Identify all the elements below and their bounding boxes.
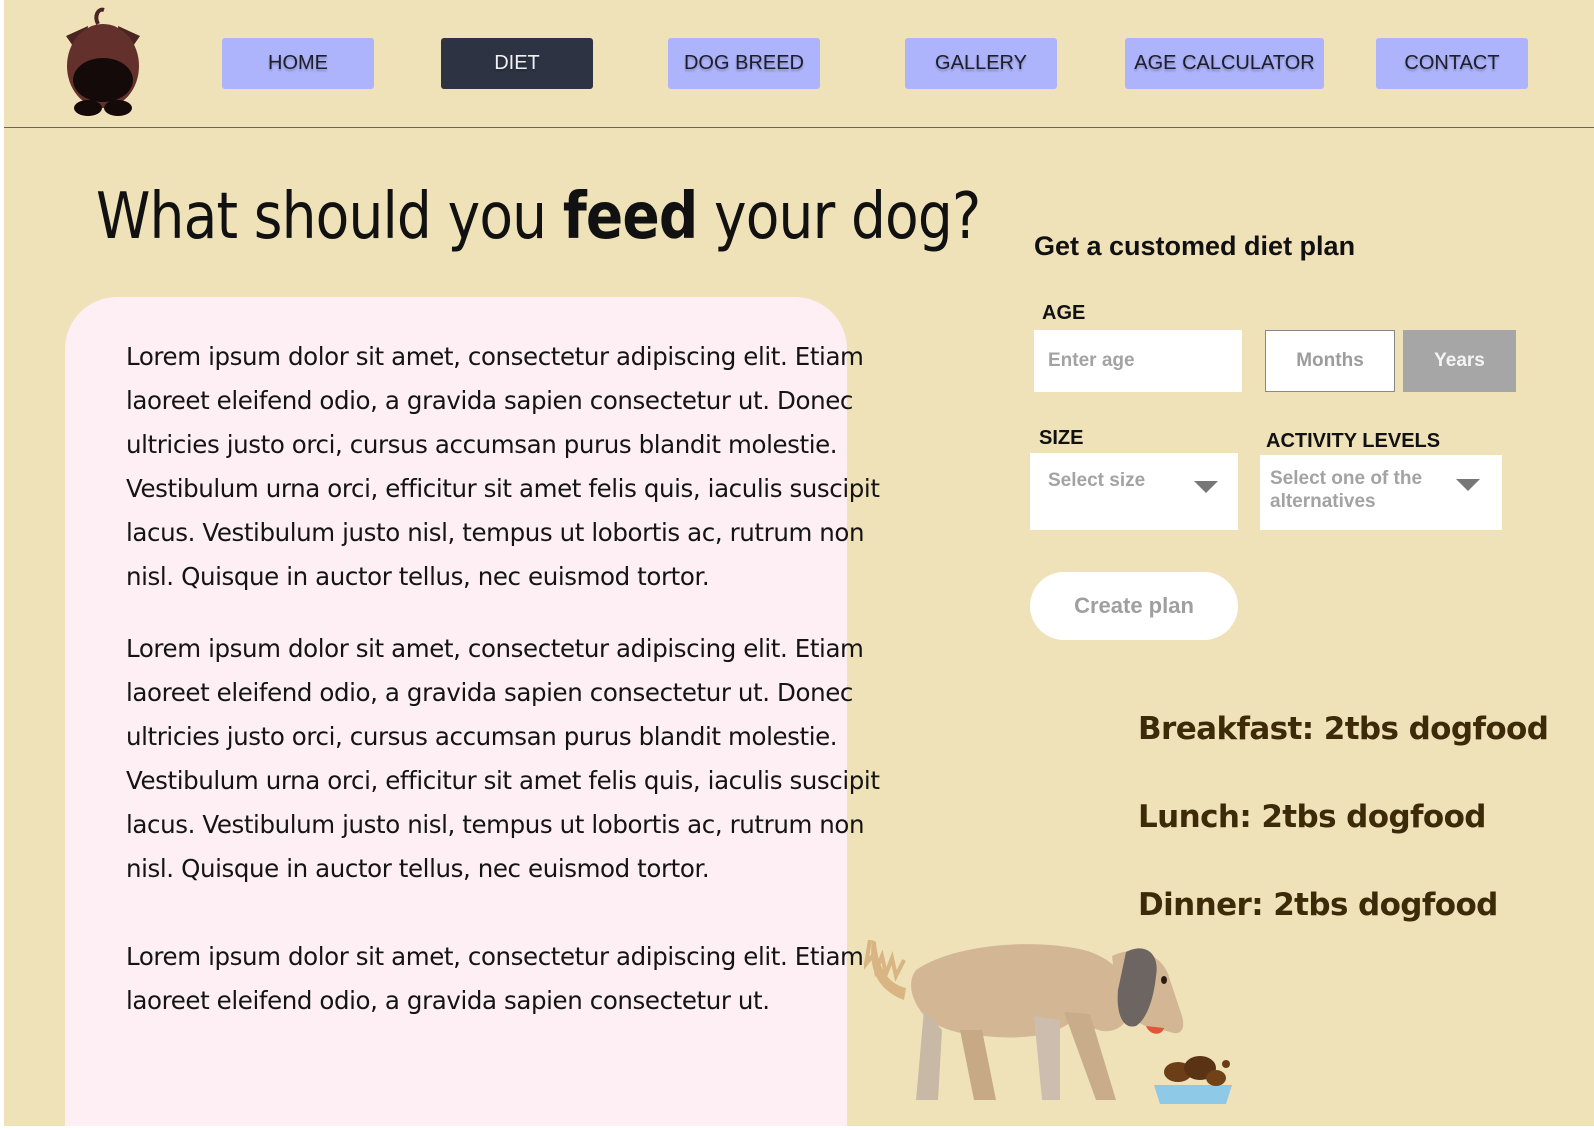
article-paragraph: Lorem ipsum dolor sit amet, consectetur … [126, 942, 864, 1015]
activity-levels-select[interactable]: Select one of the alternatives [1260, 455, 1502, 530]
nav-diet-button[interactable]: DIET [441, 38, 593, 89]
nav-gallery-button[interactable]: GALLERY [905, 38, 1057, 89]
page-title: What should you feed your dog? [96, 180, 981, 254]
plan-dinner: Dinner: 2tbs dogfood [1138, 887, 1498, 923]
nav-contact-button[interactable]: CONTACT [1376, 38, 1528, 89]
diet-form-title: Get a customed diet plan [1034, 231, 1356, 261]
chevron-down-icon [1194, 481, 1218, 493]
dog-logo-icon[interactable] [58, 6, 148, 118]
create-plan-button[interactable]: Create plan [1030, 572, 1238, 640]
nav-home-button[interactable]: HOME [222, 38, 374, 89]
size-select-value: Select size [1048, 470, 1146, 491]
size-select[interactable]: Select size [1030, 453, 1238, 530]
page-frame: HOME DIET DOG BREED GALLERY AGE CALCULAT… [4, 0, 1594, 1126]
site-header: HOME DIET DOG BREED GALLERY AGE CALCULAT… [4, 0, 1594, 128]
nav-dog-breed-button[interactable]: DOG BREED [668, 38, 820, 89]
years-toggle-button[interactable]: Years [1403, 330, 1516, 392]
title-text-end: your dog? [697, 180, 981, 254]
article-panel: Lorem ipsum dolor sit amet, consectetur … [65, 297, 880, 1126]
plan-breakfast: Breakfast: 2tbs dogfood [1138, 711, 1549, 747]
nav-age-calculator-button[interactable]: AGE CALCULATOR [1125, 38, 1324, 89]
age-label: AGE [1042, 302, 1086, 324]
months-toggle-button[interactable]: Months [1265, 330, 1395, 392]
title-text: What should you [96, 180, 563, 254]
title-emphasis: feed [562, 180, 698, 254]
activity-levels-label: ACTIVITY LEVELS [1266, 430, 1441, 452]
plan-lunch: Lunch: 2tbs dogfood [1138, 799, 1487, 835]
article-paragraph: Lorem ipsum dolor sit amet, consectetur … [126, 634, 880, 883]
age-input[interactable] [1034, 330, 1242, 392]
activity-select-value: Select one of the alternatives [1270, 468, 1423, 512]
size-label: SIZE [1039, 427, 1084, 449]
article-paragraph: Lorem ipsum dolor sit amet, consectetur … [126, 342, 880, 591]
chevron-down-icon [1456, 479, 1480, 491]
dog-eating-illustration [864, 940, 1232, 1104]
